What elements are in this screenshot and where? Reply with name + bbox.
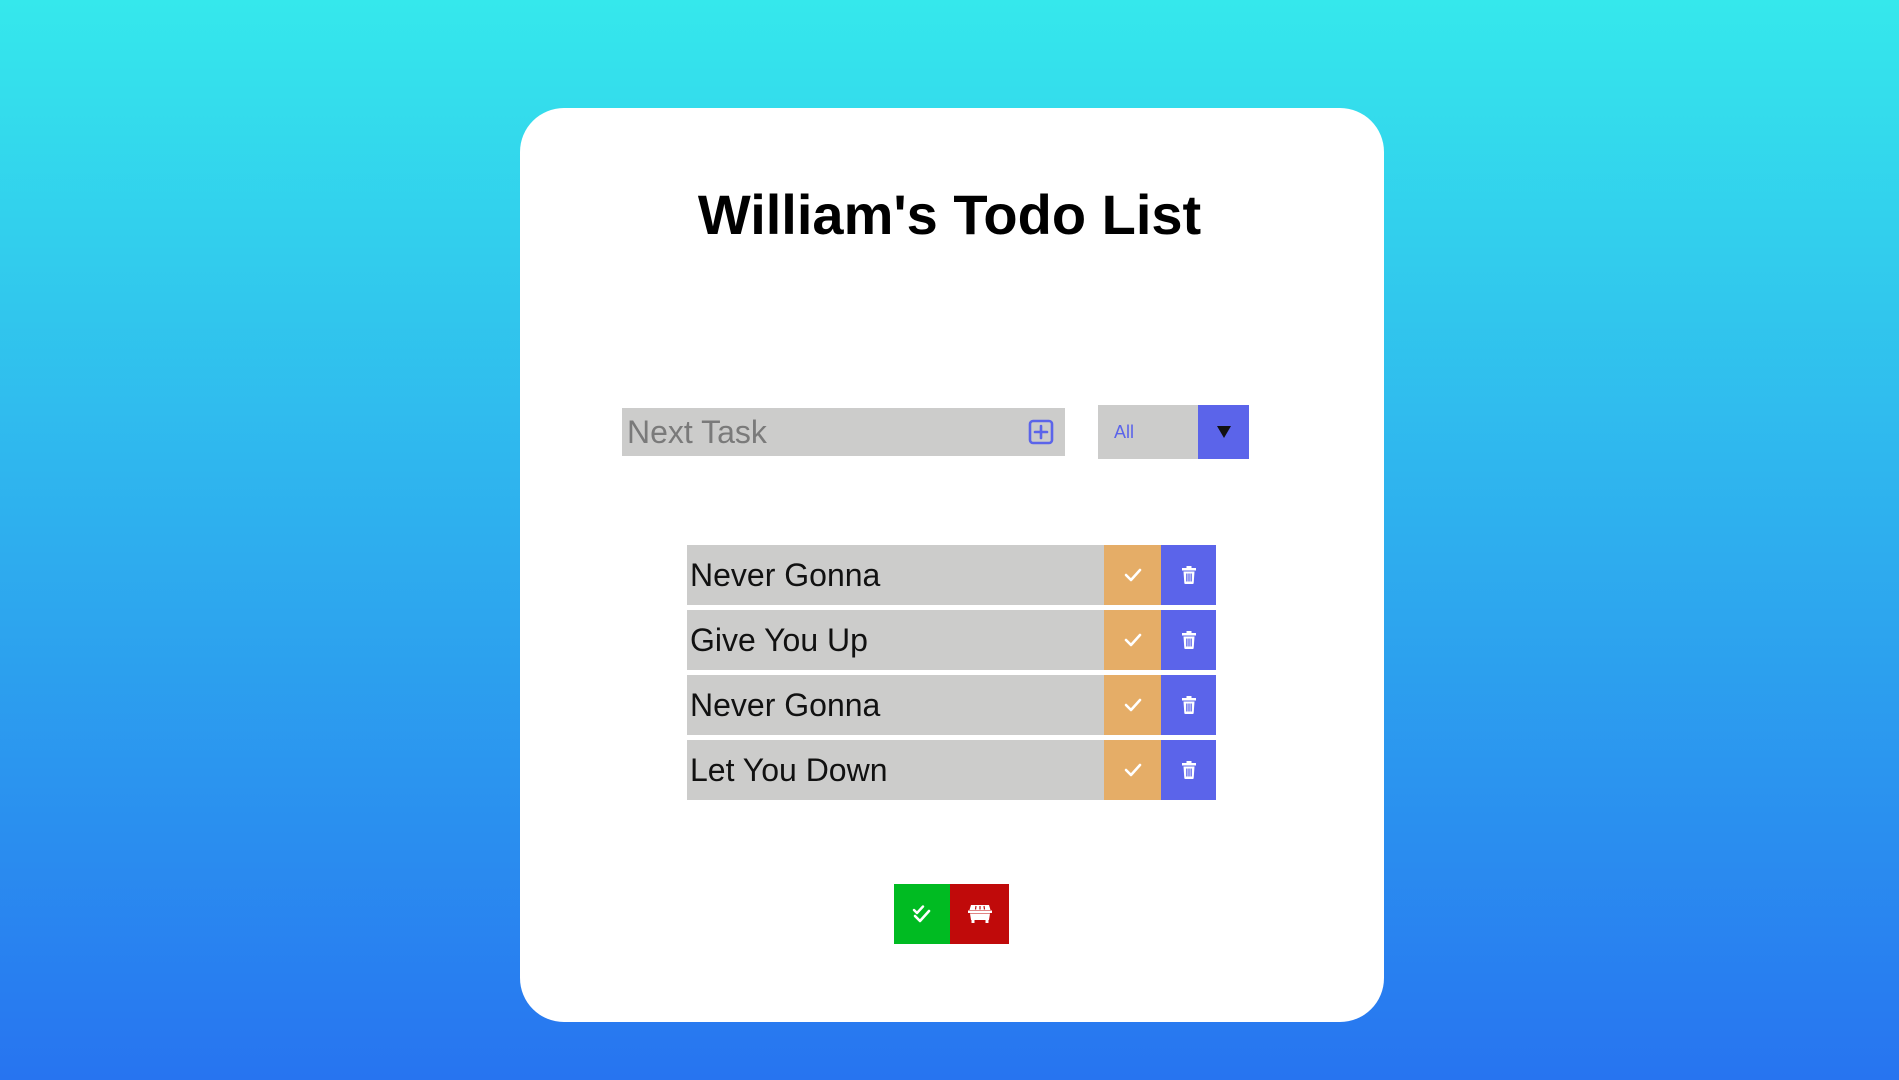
double-check-icon [912,905,932,923]
todo-text: Never Gonna [690,687,881,723]
todo-item: Never Gonna [687,545,1216,605]
dumpster-icon [967,905,992,923]
filter-selected-value: All [1114,422,1135,442]
todo-text: Never Gonna [690,557,881,593]
check-icon [1124,763,1142,777]
check-icon [1124,568,1142,582]
triangle-down-icon [1216,426,1231,438]
bulk-actions [894,884,1009,944]
check-icon [1124,633,1142,647]
todo-item: Give You Up [687,610,1216,670]
todo-item: Never Gonna [687,675,1216,735]
delete-button[interactable] [1161,740,1216,800]
delete-button[interactable] [1161,545,1216,605]
todo-list: Never Gonna Give You Up Never Gonna Let … [687,545,1216,805]
complete-button[interactable] [1104,740,1161,800]
delete-button[interactable] [1161,675,1216,735]
trash-icon [1181,761,1197,779]
trash-icon [1181,566,1197,584]
task-input[interactable] [622,408,1007,456]
complete-button[interactable] [1104,610,1161,670]
delete-button[interactable] [1161,610,1216,670]
todo-text: Give You Up [690,622,868,658]
trash-icon [1181,631,1197,649]
todo-item: Let You Down [687,740,1216,800]
filter-dropdown-button[interactable] [1198,405,1249,459]
complete-button[interactable] [1104,545,1161,605]
plus-square-icon [1028,419,1054,445]
complete-button[interactable] [1104,675,1161,735]
check-icon [1124,698,1142,712]
trash-icon [1181,696,1197,714]
page-title: William's Todo List [697,183,1202,246]
clear-completed-button[interactable] [950,884,1009,944]
add-task-button[interactable] [1021,408,1061,456]
todo-text: Let You Down [690,752,888,788]
complete-all-button[interactable] [894,884,950,944]
task-input-container [622,408,1065,456]
filter-select[interactable]: All [1098,405,1249,459]
